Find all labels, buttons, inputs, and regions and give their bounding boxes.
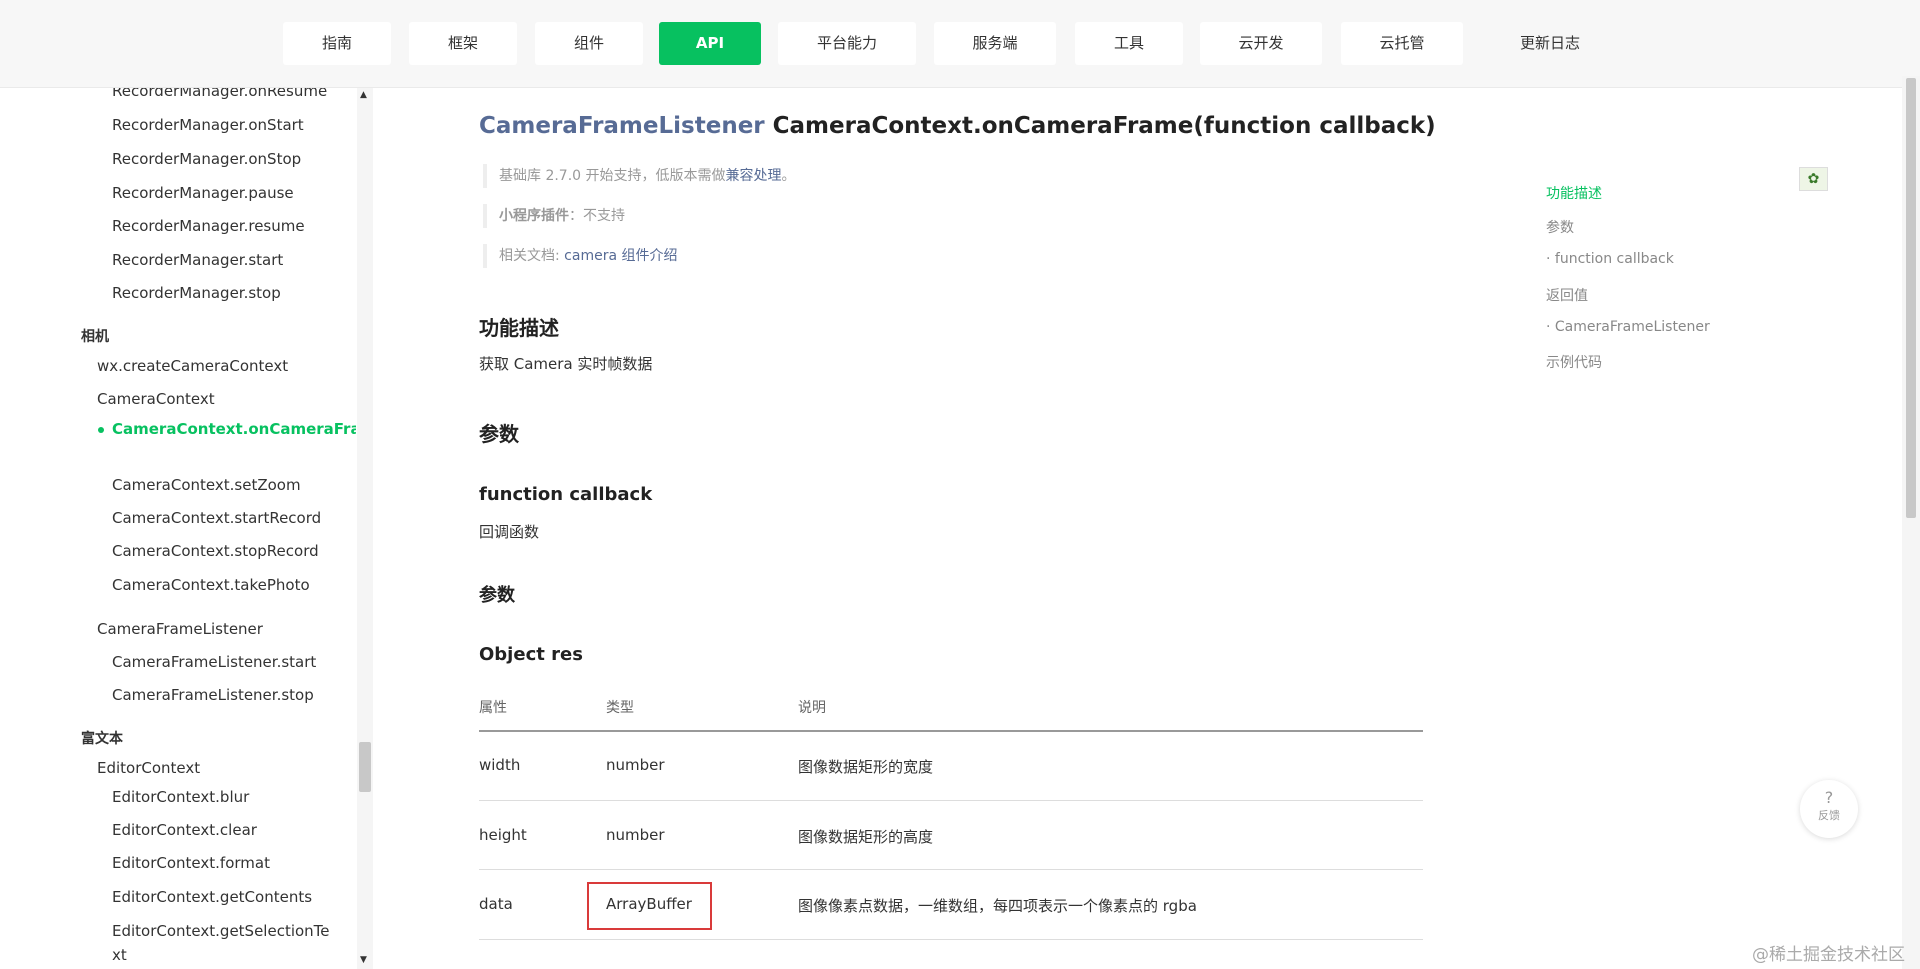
sidebar-item[interactable]: CameraFrameListener xyxy=(97,618,263,640)
toc-item[interactable]: 参数 xyxy=(1546,217,1574,237)
feedback-button[interactable]: ? 反馈 xyxy=(1800,780,1858,838)
title-type-link[interactable]: CameraFrameListener xyxy=(479,113,765,139)
sidebar-item[interactable]: EditorContext xyxy=(97,757,200,779)
toc-item[interactable]: · CameraFrameListener xyxy=(1546,319,1710,335)
highlight-box xyxy=(587,882,712,930)
nav-components[interactable]: 组件 xyxy=(535,22,643,65)
plant-image-icon[interactable]: ✿ xyxy=(1799,167,1828,191)
sidebar-item[interactable]: CameraFrameListener.start xyxy=(112,651,316,673)
sidebar-item[interactable]: EditorContext.getSelectionText xyxy=(112,919,332,967)
toc-item[interactable]: 返回值 xyxy=(1546,285,1588,305)
table-row-divider xyxy=(479,800,1423,801)
sidebar-item[interactable]: RecorderManager.onResume xyxy=(112,88,327,102)
sidebar: RecorderManager.onResume RecorderManager… xyxy=(0,88,356,969)
sidebar-item[interactable]: RecorderManager.onStop xyxy=(112,148,301,170)
toc-item[interactable]: · function callback xyxy=(1546,251,1674,267)
nav-tools[interactable]: 工具 xyxy=(1075,22,1183,65)
heading-description: 功能描述 xyxy=(479,316,559,340)
sidebar-section-richtext[interactable]: 富文本 xyxy=(81,728,123,750)
sidebar-scrollbar[interactable] xyxy=(357,88,373,969)
sidebar-item[interactable]: EditorContext.getContents xyxy=(112,886,312,908)
table-cell: number xyxy=(606,826,665,844)
sidebar-item[interactable]: RecorderManager.resume xyxy=(112,215,305,237)
heading-object-res: Object res xyxy=(479,644,583,665)
sidebar-item[interactable]: EditorContext.blur xyxy=(112,786,249,808)
sidebar-item[interactable]: RecorderManager.pause xyxy=(112,182,294,204)
sidebar-item[interactable]: EditorContext.format xyxy=(112,852,270,874)
table-cell: number xyxy=(606,756,665,774)
nav-platform[interactable]: 平台能力 xyxy=(778,22,916,65)
scroll-up-icon[interactable]: ▲ xyxy=(360,90,367,100)
sidebar-item[interactable]: RecorderManager.stop xyxy=(112,282,281,304)
compat-link[interactable]: 兼容处理 xyxy=(726,168,782,184)
heading-callback: function callback xyxy=(479,484,653,505)
sidebar-item[interactable]: CameraContext.takePhoto xyxy=(112,574,310,596)
table-cell: height xyxy=(479,826,527,844)
sidebar-scroll-thumb[interactable] xyxy=(359,742,371,792)
table-cell: 图像数据矩形的宽度 xyxy=(798,758,934,776)
watermark: @稀土掘金技术社区 xyxy=(1752,945,1905,965)
nav-cloud-dev[interactable]: 云开发 xyxy=(1200,22,1322,65)
nav-api[interactable]: API xyxy=(659,22,761,65)
toc-item[interactable]: 示例代码 xyxy=(1546,352,1602,372)
table-header-divider xyxy=(479,730,1423,732)
nav-cloud-hosting[interactable]: 云托管 xyxy=(1341,22,1463,65)
table-header-property: 属性 xyxy=(479,700,507,716)
question-icon: ? xyxy=(1824,788,1834,807)
table-cell: 图像数据矩形的高度 xyxy=(798,828,934,846)
sidebar-item[interactable]: EditorContext.clear xyxy=(112,819,257,841)
feedback-label: 反馈 xyxy=(1818,809,1840,822)
title-method: CameraContext.onCameraFrame(function cal… xyxy=(772,113,1436,139)
nav-changelog[interactable]: 更新日志 xyxy=(1481,22,1619,65)
note-version: 基础库 2.7.0 开始支持，低版本需做兼容处理。 xyxy=(483,164,796,188)
table-cell: data xyxy=(479,895,513,913)
description-text: 获取 Camera 实时帧数据 xyxy=(479,355,653,373)
table-row-divider xyxy=(479,869,1423,870)
table-row-divider xyxy=(479,939,1423,940)
sidebar-item[interactable]: CameraContext.startRecord xyxy=(112,507,321,529)
sidebar-item[interactable]: wx.createCameraContext xyxy=(97,355,288,377)
heading-params: 参数 xyxy=(479,422,519,446)
page-scroll-thumb[interactable] xyxy=(1906,78,1916,518)
page-title: CameraFrameListener CameraContext.onCame… xyxy=(479,113,1436,139)
table-header-type: 类型 xyxy=(606,700,634,716)
nav-server[interactable]: 服务端 xyxy=(934,22,1056,65)
camera-doc-link[interactable]: camera 组件介绍 xyxy=(564,248,677,264)
sidebar-item[interactable]: CameraFrameListener.stop xyxy=(112,684,314,706)
note-related-docs: 相关文档: camera 组件介绍 xyxy=(483,244,677,268)
sidebar-item[interactable]: CameraContext.setZoom xyxy=(112,474,301,496)
sidebar-item[interactable]: RecorderManager.start xyxy=(112,249,283,271)
table-cell: 图像像素点数据，一维数组，每四项表示一个像素点的 rgba xyxy=(798,897,1197,915)
scroll-down-icon[interactable]: ▼ xyxy=(360,955,367,965)
sidebar-item[interactable]: CameraContext.stopRecord xyxy=(112,540,319,562)
active-bullet-icon xyxy=(98,427,104,433)
table-cell: width xyxy=(479,756,521,774)
heading-params-2: 参数 xyxy=(479,585,515,606)
top-nav: 指南 框架 组件 API 平台能力 服务端 工具 云开发 云托管 更新日志 xyxy=(0,0,1920,88)
table-header-description: 说明 xyxy=(798,700,826,716)
sidebar-item[interactable]: CameraContext xyxy=(97,388,215,410)
nav-guide[interactable]: 指南 xyxy=(283,22,391,65)
sidebar-item-active[interactable]: CameraContext.onCameraFrame xyxy=(112,417,356,441)
sidebar-section-camera[interactable]: 相机 xyxy=(81,326,109,348)
note-plugin: 小程序插件：不支持 xyxy=(483,204,625,228)
sidebar-item[interactable]: RecorderManager.onStart xyxy=(112,114,304,136)
toc-item-active[interactable]: 功能描述 xyxy=(1546,183,1602,203)
callback-description: 回调函数 xyxy=(479,523,540,541)
nav-framework[interactable]: 框架 xyxy=(409,22,517,65)
